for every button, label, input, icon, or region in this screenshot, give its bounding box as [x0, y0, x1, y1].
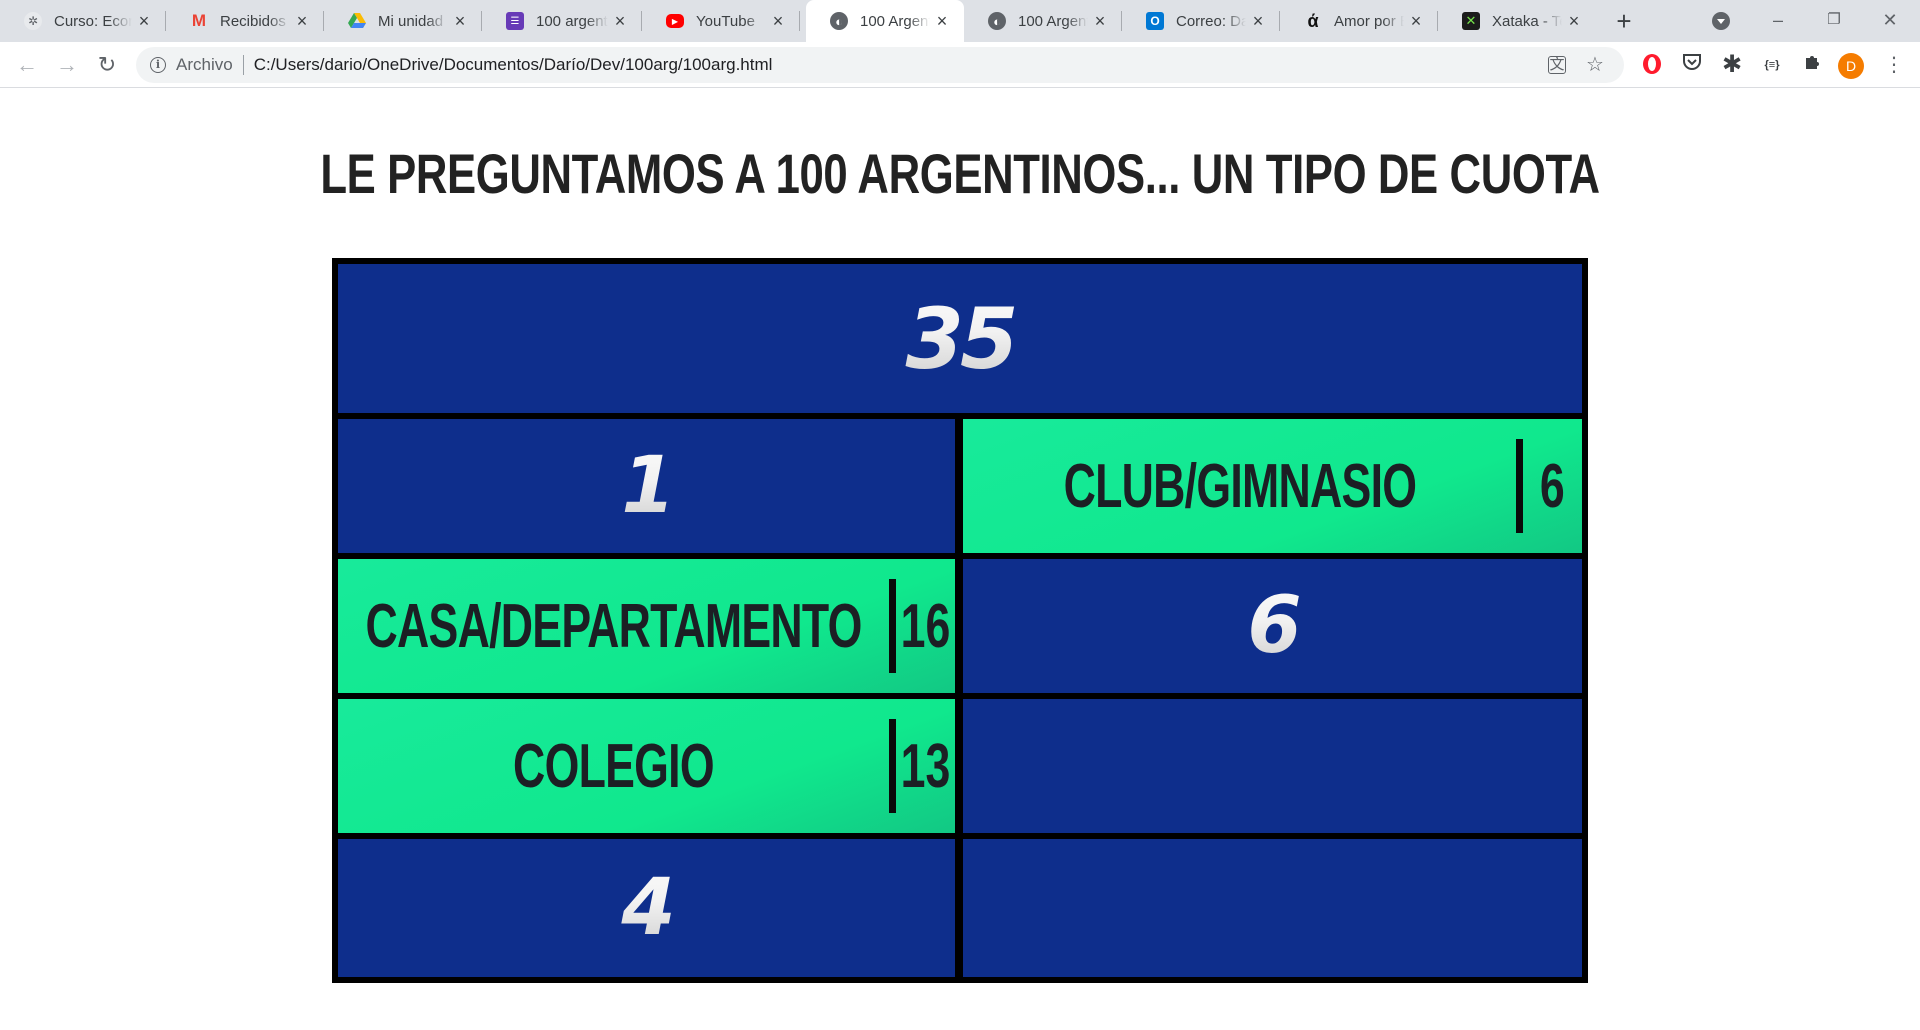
- globe-icon: ◐: [830, 12, 848, 30]
- tab-title: 100 Argentinos: [1018, 12, 1088, 30]
- answer-slot-2[interactable]: CLUB/GIMNASIO 6: [963, 419, 1582, 553]
- hidden-slot-number: 6: [963, 559, 1582, 693]
- profile-avatar[interactable]: D: [1838, 53, 1864, 79]
- address-bar[interactable]: i Archivo C:/Users/dario/OneDrive/Docume…: [136, 47, 1624, 83]
- close-tab-icon[interactable]: ×: [1088, 9, 1112, 33]
- tab-title: Recibidos (1): [220, 12, 290, 30]
- hidden-slot-number: 1: [338, 419, 955, 553]
- close-tab-icon[interactable]: ×: [930, 9, 954, 33]
- gmail-icon: M: [191, 11, 207, 30]
- answer-slot-8[interactable]: [963, 839, 1582, 977]
- opera-extension-icon[interactable]: [1640, 53, 1664, 77]
- answer-label: CLUB/GIMNASIO: [1063, 451, 1416, 521]
- info-icon[interactable]: i: [150, 57, 166, 73]
- score-cell: 35: [338, 264, 1582, 413]
- url-text[interactable]: C:/Users/dario/OneDrive/Documentos/Darío…: [254, 55, 773, 75]
- browser-toolbar: ← → ↻ i Archivo C:/Users/dario/OneDrive/…: [0, 42, 1920, 88]
- points-value: 13: [900, 731, 951, 801]
- answer-slot-4[interactable]: 6: [963, 559, 1582, 693]
- forms-icon: ☰: [506, 12, 524, 30]
- amor-icon: ά: [1307, 10, 1319, 31]
- points-divider: [889, 579, 896, 673]
- forward-icon[interactable]: →: [52, 50, 82, 80]
- answer-slot-1[interactable]: 1: [338, 419, 955, 553]
- close-tab-icon[interactable]: ×: [1246, 9, 1270, 33]
- translate-icon[interactable]: 文: [1548, 56, 1566, 74]
- close-tab-icon[interactable]: ×: [608, 9, 632, 33]
- close-tab-icon[interactable]: ×: [448, 9, 472, 33]
- asterisk-extension-icon[interactable]: ✱: [1720, 53, 1744, 77]
- tab-title: Xataka - Tecnología: [1492, 12, 1562, 30]
- close-tab-icon[interactable]: ×: [132, 9, 156, 33]
- tab-title: Mi unidad - Google Drive: [378, 12, 448, 30]
- globe-icon: ◐: [988, 12, 1006, 30]
- tab-title: 100 argentinos: [536, 12, 608, 30]
- tab-100-argentinos-active[interactable]: ◐ 100 Argentinos ×: [806, 0, 964, 42]
- tab-title: Amor por Bits: [1334, 12, 1404, 30]
- scheme-label: Archivo: [176, 55, 233, 74]
- answer-slot-6[interactable]: [963, 699, 1582, 833]
- close-window-button[interactable]: ✕: [1870, 4, 1910, 36]
- restore-button[interactable]: ❐: [1814, 4, 1854, 36]
- menu-kebab-icon[interactable]: ⋮: [1884, 53, 1904, 77]
- answer-slot-3[interactable]: CASA/DEPARTAMENTO 16: [338, 559, 955, 693]
- tab-title: YouTube: [696, 12, 755, 30]
- answer-text: COLEGIO: [338, 699, 889, 833]
- new-tab-button[interactable]: +: [1610, 6, 1638, 36]
- tab-strip: ✲ Curso: Economía × M Recibidos (1) × Mi…: [0, 0, 1920, 42]
- tab-separator: [799, 11, 800, 31]
- answer-label: COLEGIO: [513, 731, 715, 801]
- points-value: 16: [900, 591, 951, 661]
- answer-label: CASA/DEPARTAMENTO: [365, 591, 862, 661]
- omnibox-actions: 文 ☆: [1548, 47, 1624, 83]
- points-value: 6: [1540, 451, 1565, 521]
- close-tab-icon[interactable]: ×: [1562, 9, 1586, 33]
- tab-title: Correo: Darío: [1176, 12, 1246, 30]
- tab-amor-por-bits[interactable]: ά Amor por Bits ×: [1280, 0, 1438, 42]
- youtube-icon: ▶: [666, 14, 684, 28]
- minimize-button[interactable]: –: [1758, 4, 1798, 36]
- answer-slot-7[interactable]: 4: [338, 839, 955, 977]
- round-score: 35: [338, 264, 1582, 413]
- pocket-icon[interactable]: [1680, 53, 1704, 77]
- answer-text: CASA/DEPARTAMENTO: [338, 559, 889, 693]
- close-tab-icon[interactable]: ×: [290, 9, 314, 33]
- address-divider: [242, 55, 244, 75]
- tab-outlook[interactable]: O Correo: Darío ×: [1122, 0, 1280, 42]
- course-icon: ✲: [24, 12, 42, 30]
- bookmark-star-icon[interactable]: ☆: [1584, 54, 1606, 76]
- answer-text: CLUB/GIMNASIO: [963, 419, 1516, 553]
- tab-title: 100 Argentinos: [860, 12, 930, 30]
- xataka-icon: ✕: [1462, 12, 1480, 30]
- answer-points: 16: [896, 559, 955, 693]
- tab-drive[interactable]: Mi unidad - Google Drive ×: [324, 0, 482, 42]
- tab-search-icon[interactable]: [1712, 12, 1730, 30]
- answer-slot-5[interactable]: COLEGIO 13: [338, 699, 955, 833]
- page-content: LE PREGUNTAMOS A 100 ARGENTINOS... UN TI…: [0, 89, 1920, 1030]
- answer-points: 6: [1523, 419, 1582, 553]
- points-divider: [889, 719, 896, 813]
- puzzle-extensions-icon[interactable]: [1800, 53, 1824, 77]
- back-icon[interactable]: ←: [12, 50, 42, 80]
- json-viewer-icon[interactable]: {≡}: [1760, 53, 1784, 77]
- close-tab-icon[interactable]: ×: [1404, 9, 1428, 33]
- hidden-slot-number: 4: [338, 839, 955, 977]
- tab-youtube[interactable]: ▶ YouTube ×: [642, 0, 800, 42]
- answer-board: 35 1 CLUB/GIMNASIO 6 CASA/DEPARTAMENTO 16 …: [332, 258, 1588, 983]
- tab-100-argentinos[interactable]: ◐ 100 Argentinos ×: [964, 0, 1122, 42]
- tab-gmail[interactable]: M Recibidos (1) ×: [166, 0, 324, 42]
- reload-icon[interactable]: ↻: [92, 50, 122, 80]
- points-divider: [1516, 439, 1523, 533]
- tab-curso[interactable]: ✲ Curso: Economía ×: [0, 0, 166, 42]
- answer-points: 13: [896, 699, 955, 833]
- outlook-icon: O: [1146, 12, 1164, 30]
- close-tab-icon[interactable]: ×: [766, 9, 790, 33]
- tab-title: Curso: Economía: [54, 12, 132, 30]
- question-heading: LE PREGUNTAMOS A 100 ARGENTINOS... UN TI…: [320, 142, 1600, 205]
- drive-icon: [348, 12, 366, 30]
- tab-forms[interactable]: ☰ 100 argentinos ×: [482, 0, 642, 42]
- tab-xataka[interactable]: ✕ Xataka - Tecnología ×: [1438, 0, 1596, 42]
